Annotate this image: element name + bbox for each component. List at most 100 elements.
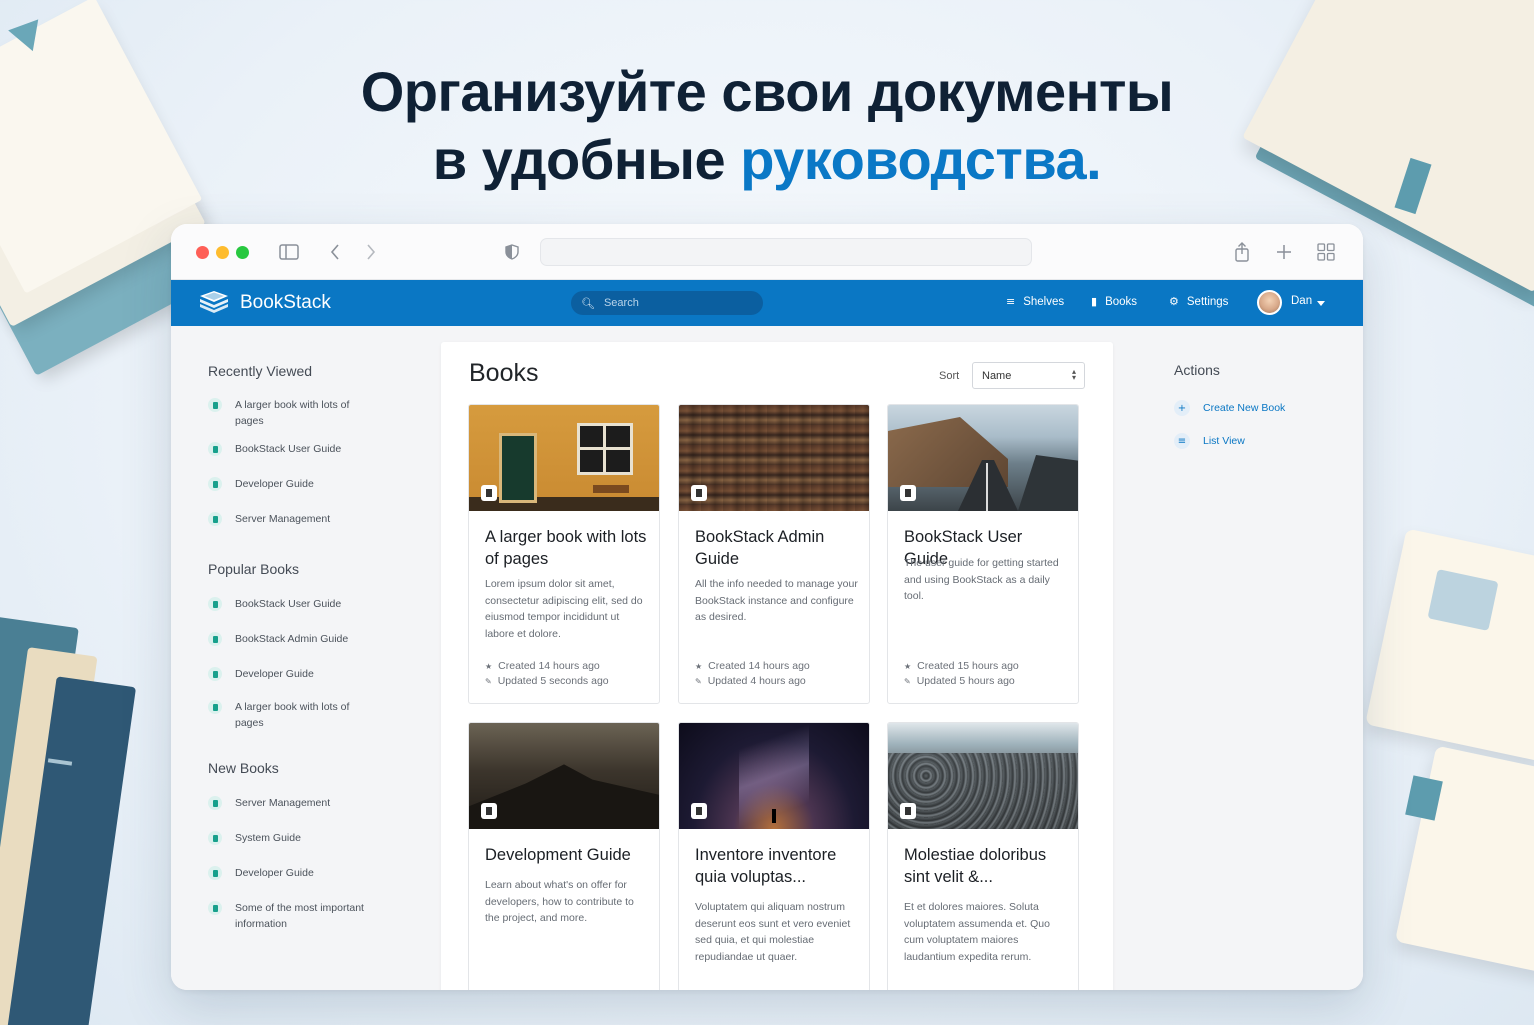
book-icon: [208, 667, 222, 681]
new-book-item-label: Server Management: [235, 797, 331, 809]
book-title[interactable]: Inventore inventore quia voluptas...: [695, 845, 860, 888]
book-card[interactable]: BookStack User Guide The user guide for …: [887, 404, 1079, 704]
book-title[interactable]: Molestiae doloribus sint velit &...: [904, 845, 1069, 888]
sort-select[interactable]: Name ▴ ▾: [972, 362, 1085, 389]
book-created-text: Created 14 hours ago: [498, 660, 600, 672]
minimize-window-button[interactable]: [216, 246, 229, 259]
nav-books[interactable]: ▮ Books: [1091, 295, 1137, 308]
book-card[interactable]: BookStack Admin Guide All the info neede…: [678, 404, 870, 704]
book-icon: [208, 398, 222, 412]
search-input[interactable]: 🔍︎ Search: [571, 291, 763, 315]
popular-item[interactable]: BookStack Admin Guide: [208, 631, 368, 647]
book-badge-icon: [900, 803, 916, 819]
popular-item-label: BookStack User Guide: [235, 598, 342, 610]
create-new-book-label: Create New Book: [1203, 402, 1286, 414]
star-icon: ★: [695, 662, 703, 671]
new-tab-icon[interactable]: [1272, 240, 1296, 264]
shield-icon[interactable]: [500, 240, 524, 264]
popular-item[interactable]: Developer Guide: [208, 666, 368, 682]
recent-item-label: Server Management: [235, 513, 331, 525]
book-title[interactable]: A larger book with lots of pages: [485, 527, 650, 570]
popular-item[interactable]: A larger book with lots of pages: [208, 699, 368, 731]
page-title: Books: [469, 359, 539, 387]
book-created: ★ Created 14 hours ago: [695, 659, 810, 674]
recent-item[interactable]: Server Management: [208, 511, 368, 527]
new-books-title: New Books: [208, 760, 279, 776]
book-icon: [208, 796, 222, 810]
actions-title: Actions: [1174, 362, 1220, 378]
book-cover-image: [888, 405, 1078, 511]
back-icon[interactable]: [323, 240, 347, 264]
popular-item-label: BookStack Admin Guide: [235, 633, 349, 645]
book-card[interactable]: A larger book with lots of pages Lorem i…: [468, 404, 660, 704]
tab-overview-icon[interactable]: [1314, 240, 1338, 264]
headline-line-2: в удобные руководства.: [0, 126, 1534, 194]
recently-viewed-title: Recently Viewed: [208, 363, 313, 379]
close-window-button[interactable]: [196, 246, 209, 259]
pencil-icon: ✎: [695, 677, 702, 686]
recent-item[interactable]: Developer Guide: [208, 476, 368, 492]
book-updated-text: Updated 4 hours ago: [707, 675, 806, 687]
star-icon: ★: [904, 662, 912, 671]
recent-item[interactable]: BookStack User Guide: [208, 441, 368, 457]
book-card[interactable]: Development Guide Learn about what's on …: [468, 722, 660, 990]
forward-icon[interactable]: [359, 240, 383, 264]
book-description: All the info needed to manage your BookS…: [695, 578, 858, 623]
book-title[interactable]: BookStack Admin Guide: [695, 527, 860, 570]
list-icon: ≡: [1174, 433, 1190, 449]
book-icon: [208, 700, 222, 714]
new-book-item[interactable]: Server Management: [208, 795, 368, 811]
book-updated-text: Updated 5 hours ago: [916, 675, 1015, 687]
recent-item[interactable]: A larger book with lots of pages: [208, 397, 368, 429]
book-updated-text: Updated 5 seconds ago: [497, 675, 609, 687]
user-menu[interactable]: Dan: [1291, 295, 1312, 307]
book-cover-image: [469, 405, 659, 511]
book-title[interactable]: Development Guide: [485, 845, 650, 867]
new-book-item[interactable]: System Guide: [208, 830, 368, 846]
search-placeholder: Search: [603, 297, 639, 309]
brand-name[interactable]: BookStack: [240, 292, 331, 314]
new-book-item[interactable]: Some of the most important information: [208, 900, 368, 932]
chevron-down-icon[interactable]: [1317, 301, 1325, 306]
nav-settings-label: Settings: [1186, 295, 1229, 308]
book-created-text: Created 14 hours ago: [708, 660, 810, 672]
headline-line-2-prefix: в удобные: [432, 128, 741, 191]
book-updated: ✎ Updated 5 hours ago: [904, 674, 1015, 689]
book-icon: [208, 866, 222, 880]
book-description: The user guide for getting started and u…: [904, 557, 1059, 602]
book-description: Learn about what's on offer for develope…: [485, 879, 634, 924]
book-updated: ✎ Updated 4 hours ago: [695, 674, 806, 689]
create-new-book-button[interactable]: + Create New Book: [1174, 400, 1285, 416]
book-created: ★ Created 14 hours ago: [485, 659, 600, 674]
book-icon: [208, 831, 222, 845]
new-book-item[interactable]: Developer Guide: [208, 865, 368, 881]
popular-item[interactable]: BookStack User Guide: [208, 596, 368, 612]
maximize-window-button[interactable]: [236, 246, 249, 259]
hero-headline: Организуйте свои документы в удобные рук…: [0, 58, 1534, 194]
address-bar[interactable]: [540, 238, 1032, 266]
avatar[interactable]: [1257, 290, 1282, 315]
plus-icon: +: [1174, 400, 1190, 416]
book-created-text: Created 15 hours ago: [917, 660, 1019, 672]
share-icon[interactable]: [1230, 240, 1254, 264]
book-cover-image: [679, 723, 869, 829]
recent-item-label: BookStack User Guide: [235, 443, 342, 455]
nav-shelves[interactable]: ≡ Shelves: [1006, 295, 1064, 308]
sidebar-toggle-icon[interactable]: [277, 240, 301, 264]
book-updated: ✎ Updated 5 seconds ago: [485, 674, 609, 689]
sort-select-value: Name: [982, 370, 1012, 382]
book-icon: [208, 477, 222, 491]
bookstack-logo-icon[interactable]: [197, 290, 231, 316]
books-panel: Books Sort Name ▴ ▾ A larger book with lo…: [441, 342, 1113, 990]
list-view-button[interactable]: ≡ List View: [1174, 433, 1245, 449]
book-description: Voluptatem qui aliquam nostrum deserunt …: [695, 901, 851, 963]
nav-settings[interactable]: ⚙ Settings: [1169, 295, 1228, 308]
book-card[interactable]: Inventore inventore quia voluptas... Vol…: [678, 722, 870, 990]
new-book-item-label: Some of the most important information: [235, 902, 364, 930]
content-area: Recently Viewed A larger book with lots …: [171, 326, 1363, 990]
book-icon: [208, 512, 222, 526]
new-book-item-label: System Guide: [235, 832, 301, 844]
book-icon: [208, 901, 222, 915]
book-card[interactable]: Molestiae doloribus sint velit &... Et e…: [887, 722, 1079, 990]
book-icon: [208, 442, 222, 456]
